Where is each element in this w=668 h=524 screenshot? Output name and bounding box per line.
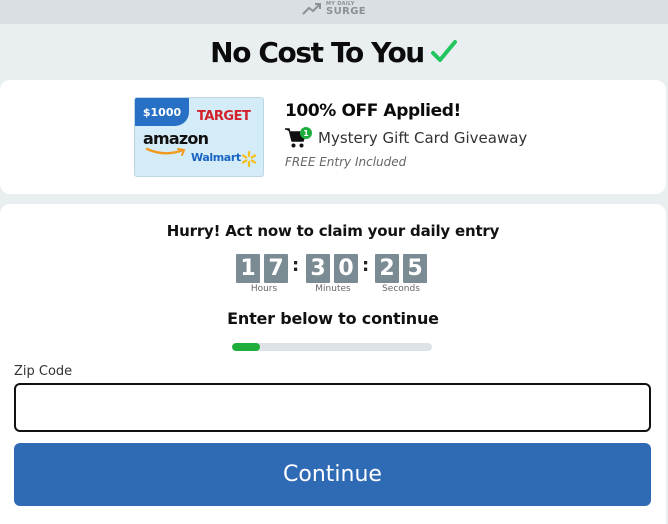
continue-button[interactable]: Continue <box>14 443 651 506</box>
trend-up-icon <box>302 3 321 15</box>
timer-hours-label: Hours <box>250 284 278 294</box>
zip-code-label: Zip Code <box>14 364 73 379</box>
form-instruction: Enter below to continue <box>227 309 439 328</box>
offer-title: 100% OFF Applied! <box>285 101 461 121</box>
timer-seconds-digit: 5 <box>403 254 427 283</box>
countdown-timer: 1 7 : 3 0 : 2 5 Hours Minutes Seconds <box>236 254 432 294</box>
timer-minutes-digit: 3 <box>306 254 330 283</box>
timer-seconds-label: Seconds <box>382 284 420 294</box>
page-headline: No Cost To You <box>0 32 668 72</box>
offer-note: FREE Entry Included <box>285 155 407 169</box>
checkmark-icon <box>430 40 457 62</box>
top-bar: MY DAILY SURGE <box>0 0 668 24</box>
headline-text: No Cost To You <box>210 35 425 69</box>
timer-separator: : <box>292 255 300 276</box>
logo-text: MY DAILY SURGE <box>325 1 367 17</box>
urgency-heading: Hurry! Act now to claim your daily entry <box>166 222 500 240</box>
walmart-spark-icon <box>241 151 257 167</box>
offer-subtitle: Mystery Gift Card Giveaway <box>318 129 528 147</box>
timer-seconds-digit: 2 <box>375 254 399 283</box>
walmart-logo: Walmart <box>191 151 241 164</box>
logo-big-text: SURGE <box>325 5 367 17</box>
gift-card-image: $1000 TARGET amazon Walmart <box>134 97 264 177</box>
timer-hours-digit: 1 <box>236 254 260 283</box>
timer-hours-digit: 7 <box>264 254 288 283</box>
timer-minutes-label: Minutes <box>315 284 351 294</box>
zip-code-input[interactable] <box>14 383 651 432</box>
timer-separator: : <box>362 255 370 276</box>
target-logo: TARGET <box>197 109 251 124</box>
progress-bar <box>232 343 432 351</box>
timer-minutes-digit: 0 <box>334 254 358 283</box>
gift-card-amount: $1000 <box>135 98 189 126</box>
site-logo[interactable]: MY DAILY SURGE <box>302 1 367 17</box>
amazon-logo: amazon <box>143 129 209 148</box>
cart-count-badge: 1 <box>300 127 312 139</box>
amazon-smile-icon <box>145 147 186 156</box>
progress-bar-fill <box>232 343 260 351</box>
